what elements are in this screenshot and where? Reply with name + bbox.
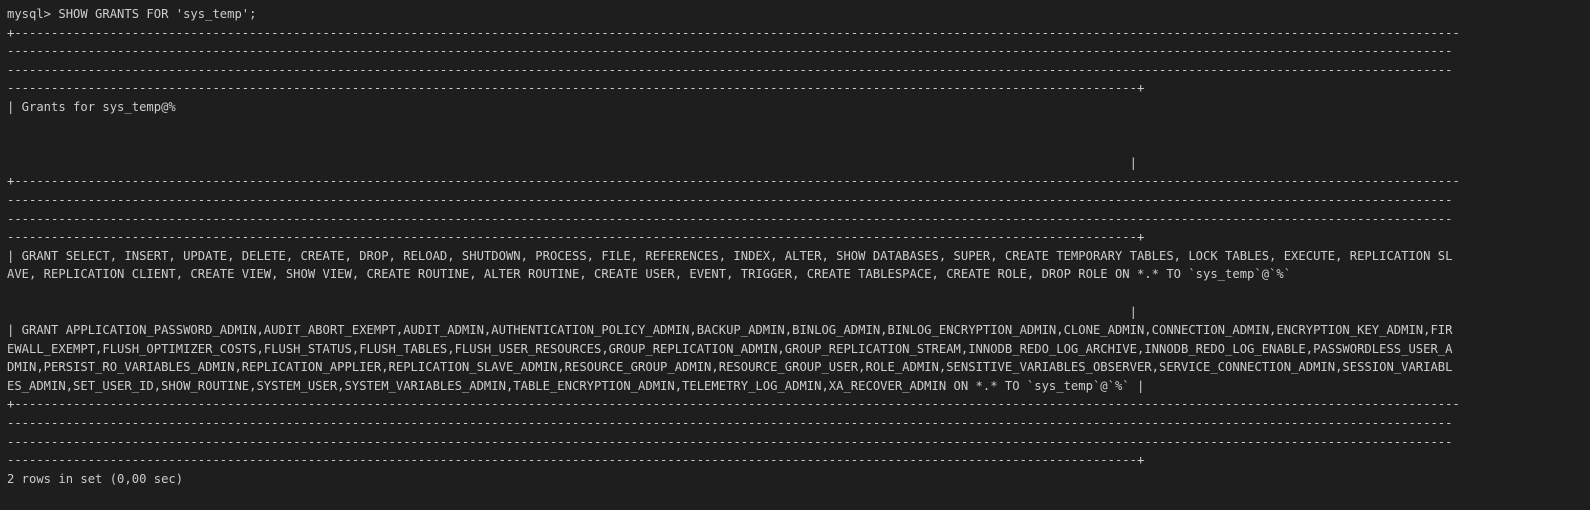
table-border-top: ----------------------------------------… [7, 44, 1453, 59]
table-border-mid: +---------------------------------------… [7, 174, 1460, 189]
table-border-top: +---------------------------------------… [7, 25, 1460, 40]
command-prompt: mysql> SHOW GRANTS FOR 'sys_temp'; [7, 7, 257, 21]
table-row: ES_ADMIN,SET_USER_ID,SHOW_ROUTINE,SYSTEM… [7, 378, 1145, 393]
result-summary: 2 rows in set (0,00 sec) [7, 471, 184, 486]
table-border-mid: ----------------------------------------… [7, 230, 1145, 245]
table-border-bottom: +---------------------------------------… [7, 397, 1460, 412]
column-header: | Grants for sys_temp@% [7, 99, 176, 114]
table-border-top: ----------------------------------------… [7, 62, 1453, 77]
table-row: EWALL_EXEMPT,FLUSH_OPTIMIZER_COSTS,FLUSH… [7, 341, 1453, 356]
table-border-mid: ----------------------------------------… [7, 211, 1453, 226]
table-border-mid: ----------------------------------------… [7, 192, 1453, 207]
terminal-window[interactable]: mysql> SHOW GRANTS FOR 'sys_temp'; +----… [0, 0, 1590, 510]
table-row-end: | [7, 304, 1137, 319]
table-row: DMIN,PERSIST_RO_VARIABLES_ADMIN,REPLICAT… [7, 360, 1453, 375]
table-row: | GRANT APPLICATION_PASSWORD_ADMIN,AUDIT… [7, 323, 1453, 338]
table-row: AVE, REPLICATION CLIENT, CREATE VIEW, SH… [7, 267, 1292, 282]
table-border-bottom: ----------------------------------------… [7, 416, 1453, 431]
table-border-bottom: ----------------------------------------… [7, 453, 1145, 468]
table-row: | GRANT SELECT, INSERT, UPDATE, DELETE, … [7, 248, 1453, 263]
column-header-end: | [7, 155, 1137, 170]
table-border-top: ----------------------------------------… [7, 81, 1145, 96]
table-border-bottom: ----------------------------------------… [7, 434, 1453, 449]
